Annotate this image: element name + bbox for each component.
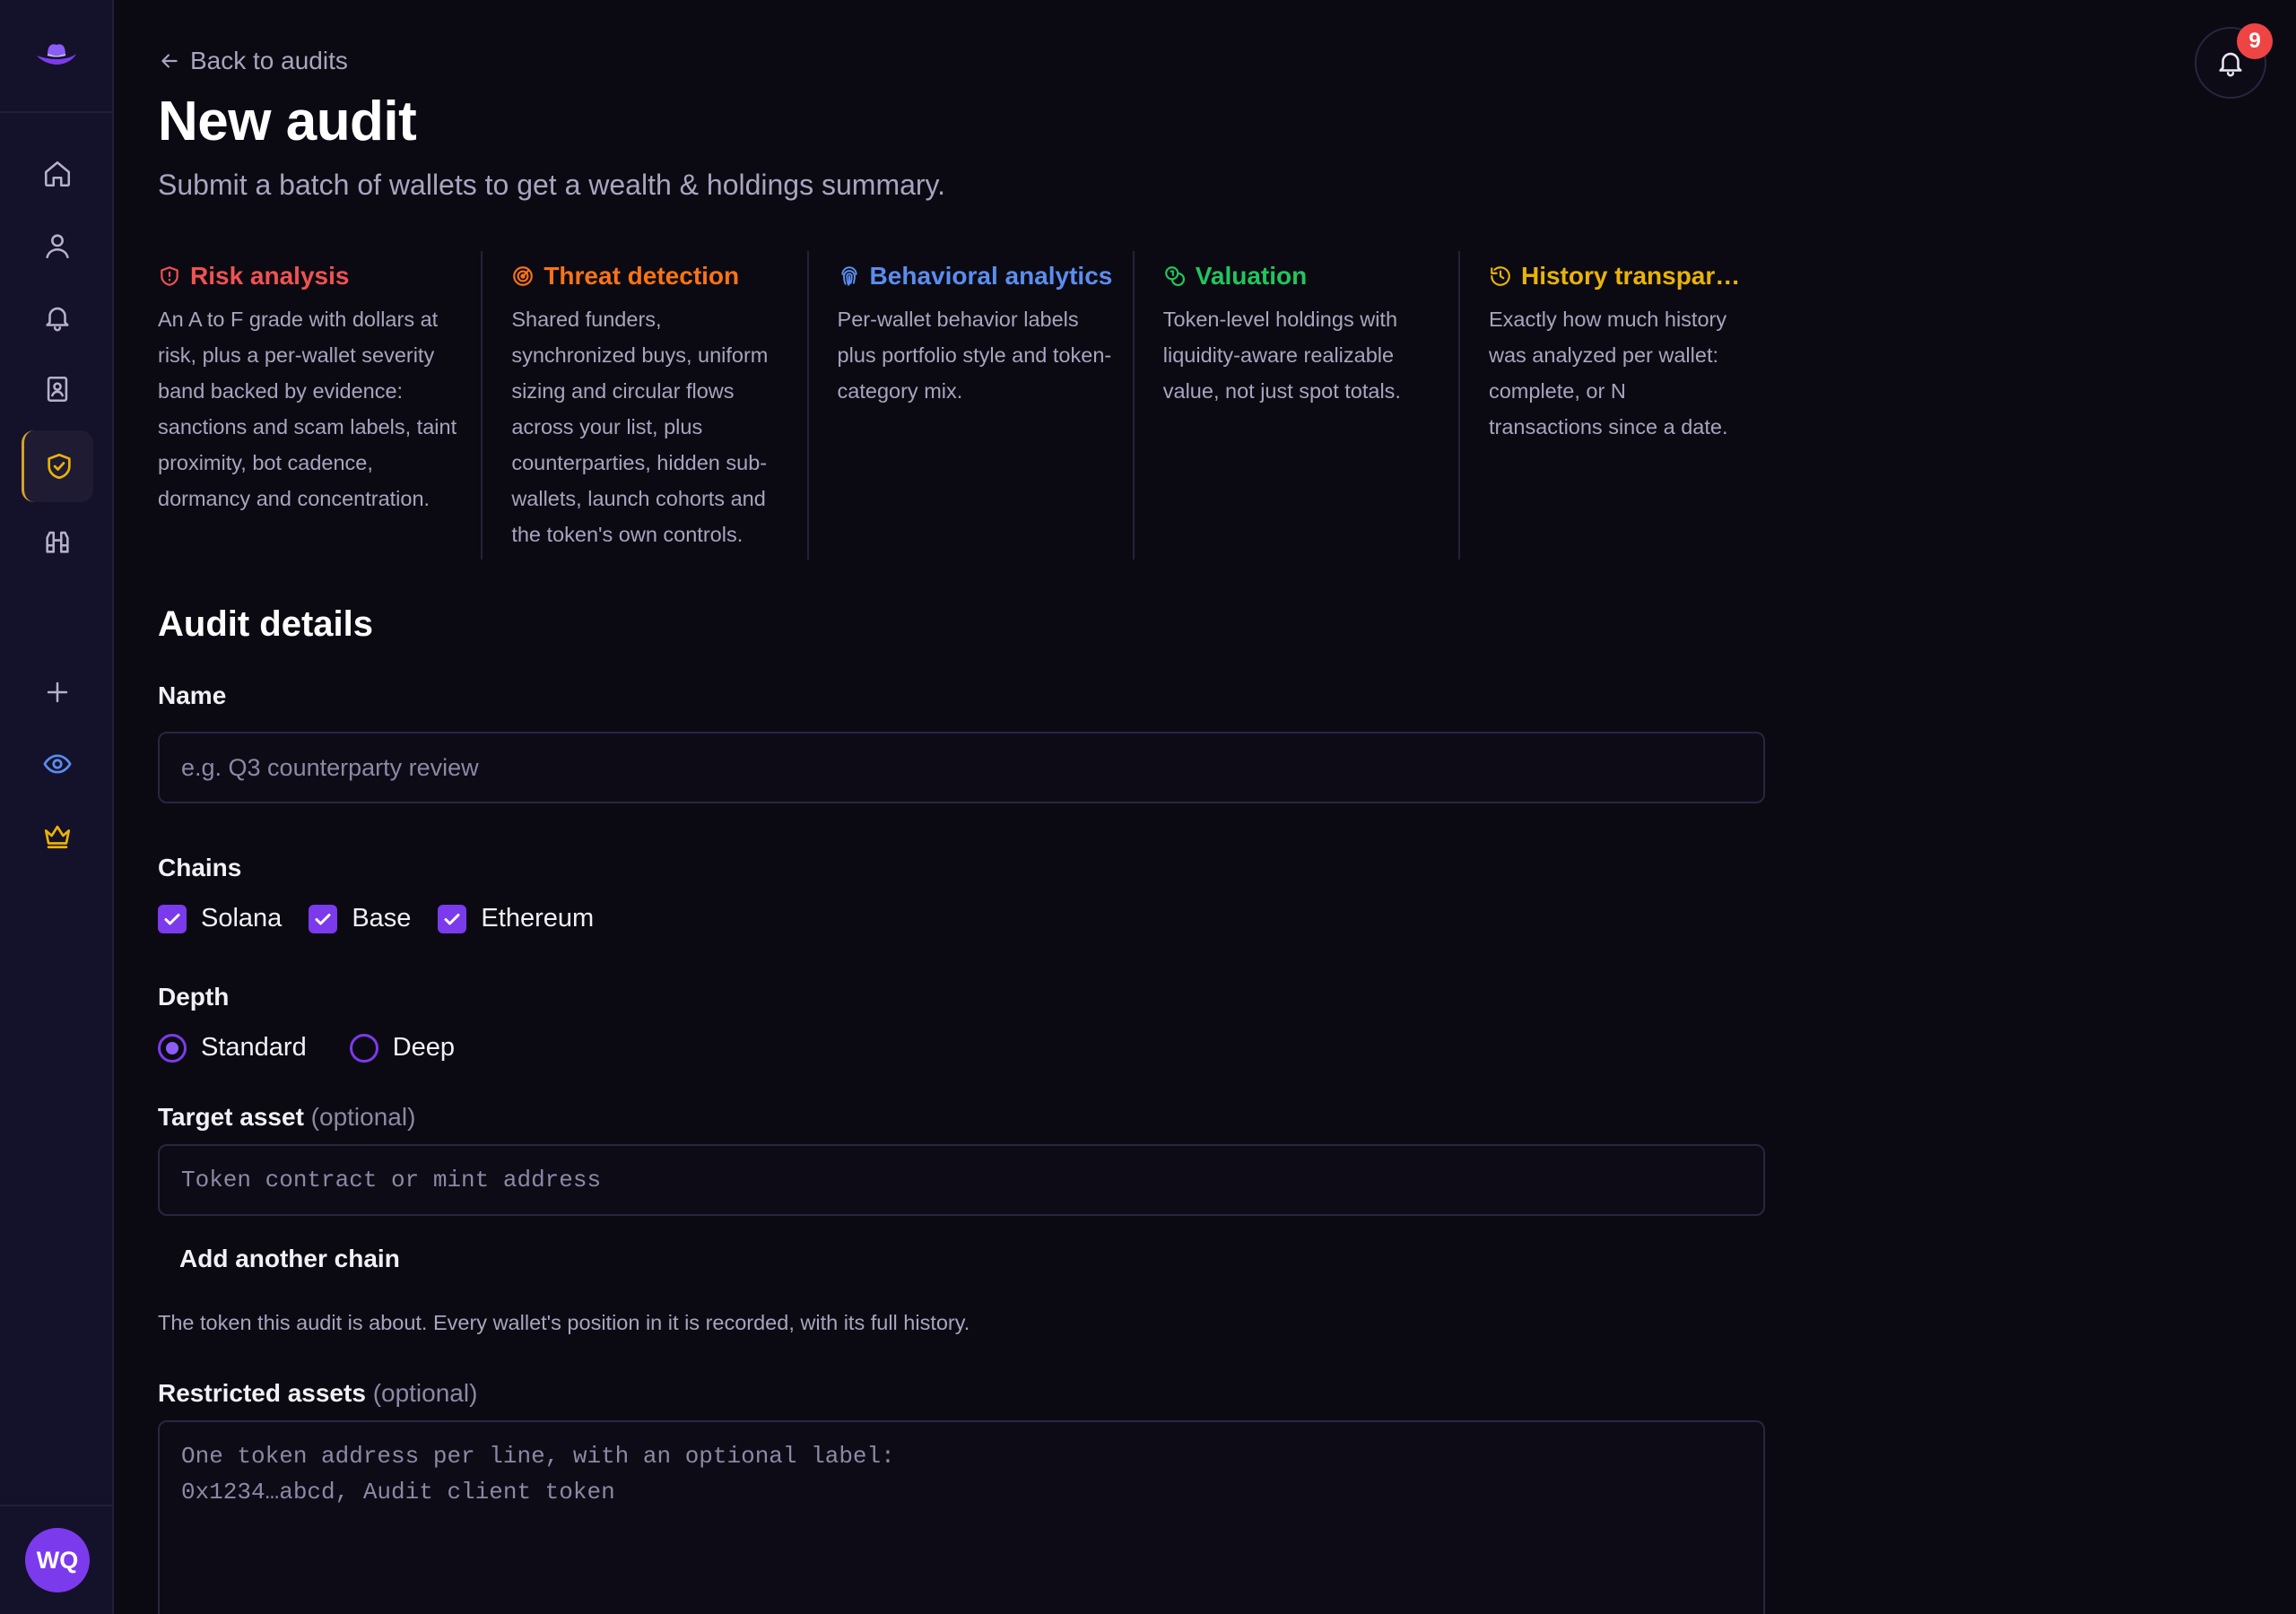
feature-description: Exactly how much history was analyzed pe… [1488, 308, 1728, 438]
feature-title: Risk analysis [190, 262, 350, 290]
depth-label-text: Deep [392, 1033, 456, 1062]
user-icon [46, 234, 69, 259]
radar-icon [513, 266, 534, 286]
chain-option-solana[interactable]: Solana [158, 904, 282, 933]
fingerprint-icon [840, 266, 857, 286]
page-subtitle: Submit a batch of wallets to get a wealt… [158, 169, 946, 201]
depth-option-deep[interactable]: Deep [349, 1033, 456, 1063]
bell-icon [46, 307, 69, 332]
chain-option-ethereum[interactable]: Ethereum [438, 904, 594, 933]
page-title: New audit [158, 91, 417, 152]
feature-valuation: Valuation Token-level holdings with liqu… [1135, 251, 1460, 560]
feature-behavioral-analytics: Behavioral analytics Per-wallet behavior… [809, 251, 1135, 560]
coins-icon [1164, 266, 1185, 287]
add-another-chain-button[interactable]: Add another chain [179, 1245, 400, 1273]
depth-option-standard[interactable]: Standard [158, 1033, 307, 1063]
feature-heading: Behavioral analytics [838, 251, 1113, 301]
target-asset-label: Target asset (optional) [158, 1103, 415, 1132]
feature-heading: Risk analysis [158, 251, 461, 301]
nav-watch[interactable] [22, 506, 93, 577]
sidebar: WQ [0, 0, 114, 1614]
eye-icon [43, 754, 72, 774]
nav-contacts[interactable] [22, 353, 93, 425]
history-icon [1491, 266, 1510, 286]
feature-description: An A to F grade with dollars at risk, pl… [158, 308, 457, 510]
checkbox-checked[interactable] [158, 904, 187, 933]
feature-risk-analysis: Risk analysis An A to F grade with dolla… [158, 251, 483, 560]
radio-unselected[interactable] [349, 1033, 378, 1063]
depth-label-text: Standard [201, 1033, 307, 1062]
feature-title: History transparen... [1520, 262, 1745, 290]
nav-alerts[interactable] [22, 282, 93, 353]
chain-label: Ethereum [481, 904, 595, 933]
audit-details-heading: Audit details [158, 604, 374, 644]
check-icon [164, 913, 180, 924]
chains-checkbox-group: Solana Base Ethereum [158, 904, 594, 933]
chain-option-base[interactable]: Base [309, 904, 411, 933]
checkbox-checked[interactable] [309, 904, 338, 933]
notification-count-badge: 9 [2237, 23, 2273, 59]
feature-heading: Threat detection [511, 251, 787, 301]
nav-home[interactable] [22, 138, 93, 210]
feature-highlights: Risk analysis An A to F grade with dolla… [158, 251, 1765, 560]
plus-icon [47, 681, 68, 703]
restricted-assets-label: Restricted assets (optional) [158, 1379, 477, 1408]
feature-heading: Valuation [1163, 251, 1439, 301]
restricted-assets-textarea[interactable] [158, 1420, 1765, 1614]
contact-book-icon [47, 376, 68, 403]
chains-label: Chains [158, 854, 242, 881]
chain-label: Solana [201, 904, 283, 933]
shield-check-icon [47, 453, 71, 480]
nav-watchlist[interactable] [22, 728, 93, 800]
name-input[interactable] [158, 732, 1765, 803]
optional-hint: (optional) [310, 1103, 416, 1131]
home-icon [44, 161, 71, 187]
feature-description: Per-wallet behavior labels plus portfoli… [837, 308, 1112, 403]
feature-title: Valuation [1195, 262, 1308, 290]
shield-alert-icon [161, 266, 178, 286]
target-asset-input[interactable] [158, 1144, 1765, 1216]
feature-description: Token-level holdings with liquidity-awar… [1162, 308, 1401, 403]
feature-description: Shared funders, synchronized buys, unifo… [511, 308, 769, 546]
feature-history-transparency: History transparen... Exactly how much h… [1460, 251, 1765, 560]
avatar[interactable]: WQ [25, 1528, 90, 1592]
nav-audits[interactable] [22, 430, 93, 502]
feature-heading: History transparen... [1489, 251, 1745, 301]
nav-profile[interactable] [22, 210, 93, 282]
target-asset-label-text: Target asset [158, 1103, 304, 1131]
cowboy-hat-icon [36, 44, 76, 65]
check-icon [444, 913, 460, 924]
binoculars-icon [46, 531, 69, 553]
arrow-left-icon [161, 54, 178, 68]
depth-radio-group: Standard Deep [158, 1033, 455, 1063]
back-link-label: Back to audits [190, 47, 348, 74]
chain-label: Base [352, 904, 412, 933]
back-to-audits-link[interactable]: Back to audits [158, 45, 348, 77]
feature-title: Threat detection [544, 262, 740, 290]
check-icon [315, 913, 331, 924]
feature-threat-detection: Threat detection Shared funders, synchro… [483, 251, 809, 560]
restricted-assets-label-text: Restricted assets [158, 1379, 366, 1407]
sidebar-divider [0, 1505, 112, 1506]
logo[interactable] [0, 0, 112, 113]
nav-add[interactable] [22, 656, 93, 728]
checkbox-checked[interactable] [438, 904, 467, 933]
optional-hint: (optional) [372, 1379, 478, 1407]
crown-icon [44, 825, 71, 849]
depth-label: Depth [158, 983, 230, 1011]
name-label: Name [158, 681, 227, 709]
feature-title: Behavioral analytics [869, 262, 1113, 290]
nav-premium[interactable] [22, 800, 93, 872]
target-asset-help-text: The token this audit is about. Every wal… [158, 1311, 970, 1334]
radio-selected[interactable] [158, 1033, 187, 1063]
